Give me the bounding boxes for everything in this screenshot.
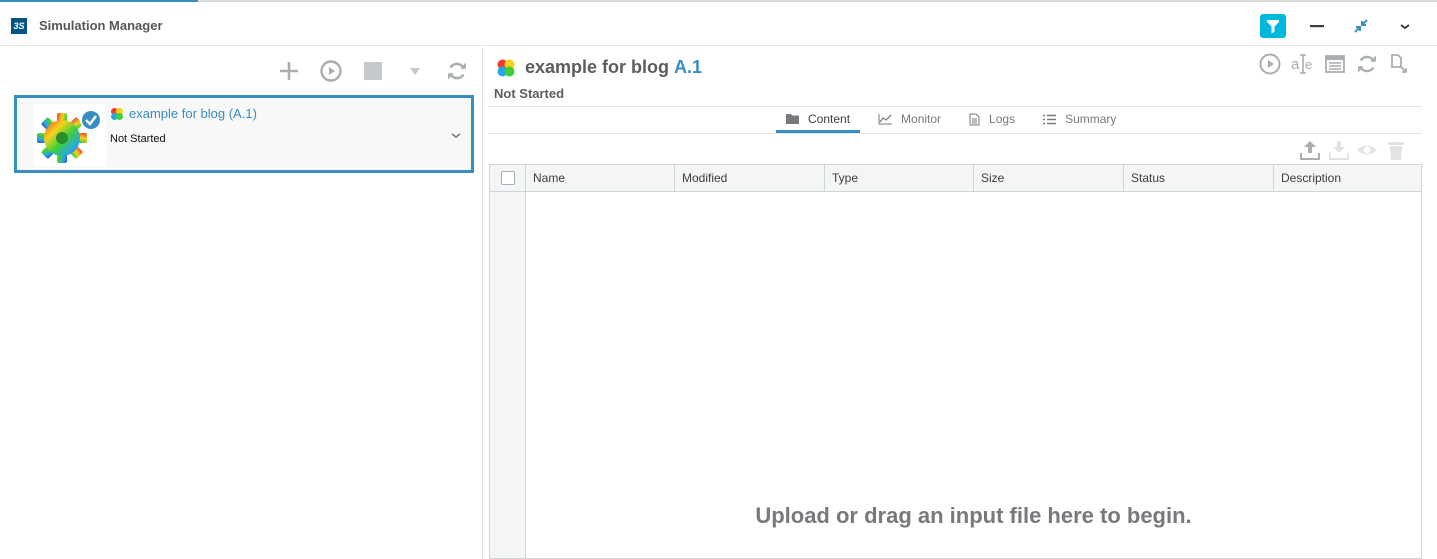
stop-icon: [364, 62, 382, 80]
more-dropdown-button[interactable]: [403, 59, 427, 83]
download-icon: [1329, 141, 1349, 160]
simulation-detail-panel: example for blog A.1 Not Started a e Con…: [484, 47, 1437, 559]
filter-icon: [1267, 20, 1279, 34]
card-title-row: example for blog (A.1): [110, 106, 257, 121]
collapse-button[interactable]: [1349, 14, 1373, 38]
detail-share-button[interactable]: [1387, 52, 1411, 76]
detail-sync-button[interactable]: [1355, 52, 1379, 76]
delete-icon: [1388, 142, 1404, 160]
column-header-description[interactable]: Description: [1274, 165, 1421, 191]
card-status: Not Started: [110, 133, 166, 145]
sync-icon: [1358, 55, 1376, 73]
stop-button[interactable]: [361, 59, 385, 83]
chevron-down-icon: [451, 133, 461, 138]
header-menu-button[interactable]: [1393, 14, 1417, 38]
add-button[interactable]: [277, 59, 301, 83]
chevron-down-icon: [1400, 24, 1410, 30]
upload-icon: [1300, 141, 1320, 160]
simulation-list-panel: example for blog (A.1) Not Started: [0, 47, 483, 559]
folder-icon: [786, 114, 799, 124]
tab-logs[interactable]: Logs: [959, 107, 1025, 131]
minimize-icon: [1310, 25, 1324, 28]
card-expand-button[interactable]: [449, 128, 463, 138]
dropdown-icon: [410, 68, 420, 75]
column-header-modified[interactable]: Modified: [675, 165, 825, 191]
run-button[interactable]: [319, 59, 343, 83]
refresh-button[interactable]: [445, 59, 469, 83]
detail-revision: A.1: [674, 57, 703, 77]
preview-button[interactable]: [1356, 139, 1378, 161]
svg-text:a: a: [1291, 56, 1300, 73]
detail-attributes-button[interactable]: a e: [1290, 52, 1314, 76]
column-header-type[interactable]: Type: [825, 165, 974, 191]
share-icon: [1391, 54, 1407, 73]
attributes-icon: a e: [1291, 54, 1312, 74]
upload-button[interactable]: [1299, 139, 1321, 161]
column-header-size[interactable]: Size: [974, 165, 1124, 191]
collapse-icon: [1354, 19, 1368, 33]
app-header: 3S Simulation Manager: [0, 2, 1437, 46]
simulation-thumbnail: [34, 104, 106, 166]
app-logo: 3S: [11, 18, 27, 34]
detail-title-name: example for blog: [525, 57, 670, 77]
select-all-cell: [490, 165, 526, 191]
process-icon: [111, 107, 123, 120]
minimize-button[interactable]: [1305, 14, 1329, 38]
chart-icon: [878, 113, 893, 124]
card-title[interactable]: example for blog (A.1): [129, 106, 257, 121]
tab-monitor-label: Monitor: [901, 112, 942, 126]
tab-monitor[interactable]: Monitor: [868, 107, 951, 131]
process-icon: [497, 59, 515, 76]
detail-table-view-button[interactable]: [1323, 52, 1347, 76]
run-icon: [1259, 53, 1281, 75]
tab-content[interactable]: Content: [776, 107, 861, 133]
row-select-gutter: [490, 192, 526, 558]
detail-title: example for blog A.1: [525, 57, 702, 78]
refresh-icon: [448, 62, 466, 80]
content-table: Name Modified Type Size Status Descripti…: [489, 164, 1422, 559]
simulation-gear-icon: [37, 109, 102, 163]
delete-button[interactable]: [1385, 139, 1407, 161]
view-icon: [1357, 145, 1377, 155]
table-header: Name Modified Type Size Status Descripti…: [490, 165, 1421, 192]
detail-tabs: Content Monitor Logs Summary: [776, 107, 1134, 133]
detail-run-button[interactable]: [1258, 52, 1282, 76]
detail-status: Not Started: [494, 86, 565, 101]
app-title: Simulation Manager: [39, 18, 163, 33]
tab-logs-label: Logs: [989, 112, 1016, 126]
table-view-icon: [1325, 55, 1345, 73]
list-icon: [1043, 114, 1057, 124]
tabs-divider: [488, 133, 1422, 134]
svg-text:e: e: [1305, 57, 1312, 72]
tab-summary-label: Summary: [1065, 112, 1117, 126]
simulation-card[interactable]: example for blog (A.1) Not Started: [14, 95, 474, 173]
column-header-name[interactable]: Name: [526, 165, 675, 191]
column-header-status[interactable]: Status: [1124, 165, 1274, 191]
download-button[interactable]: [1328, 139, 1350, 161]
document-icon: [969, 113, 980, 125]
select-all-checkbox[interactable]: [500, 171, 515, 185]
tab-summary[interactable]: Summary: [1033, 107, 1126, 131]
tab-content-label: Content: [808, 111, 851, 126]
empty-dropzone-message[interactable]: Upload or drag an input file here to beg…: [526, 503, 1421, 529]
detail-title-row: example for blog A.1: [496, 57, 702, 78]
add-icon: [280, 62, 298, 80]
filter-button[interactable]: [1260, 14, 1286, 38]
play-icon: [320, 60, 342, 82]
